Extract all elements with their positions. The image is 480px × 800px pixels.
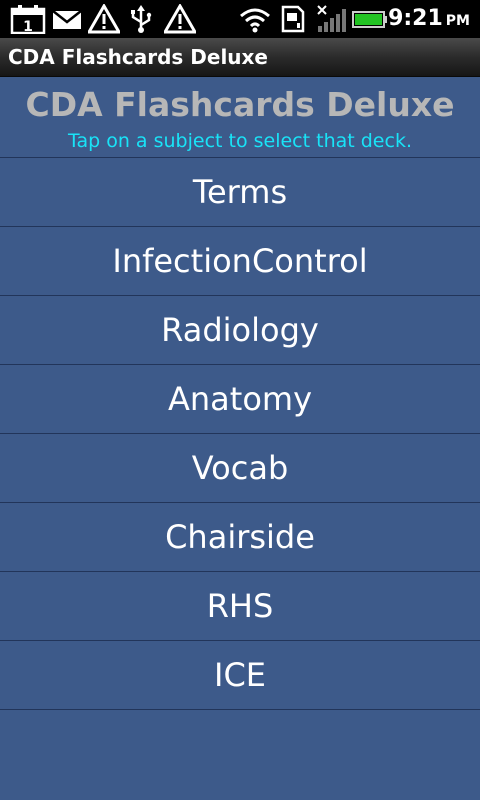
status-time-value: 9:21 [388,6,443,31]
battery-icon [352,11,387,28]
deck-item-anatomy[interactable]: Anatomy [0,365,480,434]
deck-item-rhs[interactable]: RHS [0,572,480,641]
title-bar: CDA Flashcards Deluxe [0,38,480,77]
warning-icon [88,4,120,34]
app-subtitle: Tap on a subject to select that deck. [68,130,412,152]
no-signal-icon [317,5,346,32]
mail-icon [52,10,82,29]
sd-card-icon [281,5,305,33]
deck-item-chairside[interactable]: Chairside [0,503,480,572]
status-bar: 1 9:21 PM [0,0,480,38]
usb-icon [131,5,152,33]
calendar-day: 1 [23,19,33,34]
status-time: 9:21 PM [388,4,470,34]
deck-item-ice[interactable]: ICE [0,641,480,710]
calendar-icon: 1 [10,5,46,34]
deck-item-radiology[interactable]: Radiology [0,296,480,365]
deck-item-terms[interactable]: Terms [0,158,480,227]
deck-list: Terms InfectionControl Radiology Anatomy… [0,157,480,710]
status-time-ampm: PM [445,13,470,29]
warning-icon [164,4,196,34]
app-heading: CDA Flashcards Deluxe [25,85,455,124]
deck-item-infection-control[interactable]: InfectionControl [0,227,480,296]
wifi-icon [240,8,270,33]
deck-item-vocab[interactable]: Vocab [0,434,480,503]
app-header: CDA Flashcards Deluxe Tap on a subject t… [0,77,480,157]
window-title: CDA Flashcards Deluxe [8,45,268,69]
